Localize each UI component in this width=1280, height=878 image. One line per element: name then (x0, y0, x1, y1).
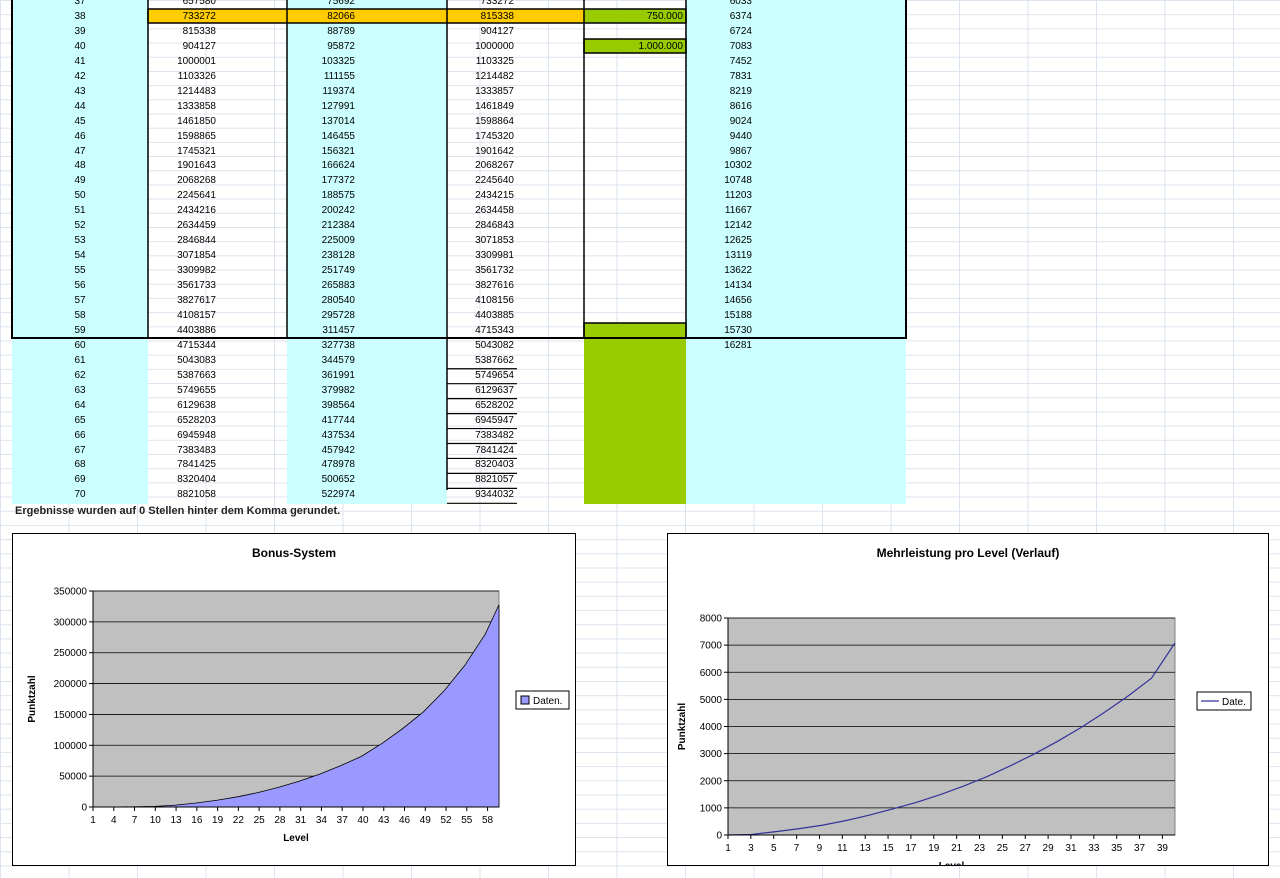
x-tick-label: 43 (378, 815, 390, 826)
x-tick-label: 21 (951, 843, 963, 854)
y-tick-label: 2000 (700, 776, 723, 787)
x-tick-label: 5 (771, 843, 777, 854)
y-axis-label: Punktzahl (27, 675, 38, 722)
x-tick-label: 3 (748, 843, 754, 854)
y-tick-label: 300000 (54, 617, 88, 628)
x-tick-label: 52 (440, 815, 452, 826)
x-tick-label: 37 (337, 815, 349, 826)
x-tick-label: 15 (882, 843, 894, 854)
y-tick-label: 4000 (700, 722, 723, 733)
x-tick-label: 25 (997, 843, 1009, 854)
x-tick-label: 28 (274, 815, 286, 826)
mehrleistung-chart[interactable]: Mehrleistung pro Level (Verlauf) 8000 700… (667, 533, 1269, 866)
bonus-system-chart[interactable]: Bonus-System 350000 300000 250000 200000 150… (12, 533, 576, 866)
legend-label: Daten. (533, 696, 562, 707)
x-tick-label: 11 (837, 843, 848, 854)
x-tick-label: 10 (150, 815, 162, 826)
legend-label: Date. (1222, 697, 1246, 708)
y-tick-label: 250000 (54, 648, 88, 659)
x-tick-label: 17 (905, 843, 917, 854)
x-tick-label: 13 (171, 815, 183, 826)
x-tick-label: 35 (1111, 843, 1123, 854)
x-tick-label: 19 (928, 843, 940, 854)
x-tick-label: 16 (191, 815, 203, 826)
x-tick-label: 58 (482, 815, 494, 826)
y-tick-label: 6000 (700, 668, 723, 679)
x-tick-label: 9 (817, 843, 823, 854)
bonus-system-plot: 350000 300000 250000 200000 150000 100000 5000… (27, 587, 570, 844)
x-axis-label: Level (283, 833, 309, 844)
y-tick-label: 8000 (700, 614, 723, 625)
x-tick-label: 49 (420, 815, 432, 826)
x-tick-label: 7 (794, 843, 800, 854)
y-tick-label: 0 (81, 803, 87, 814)
x-tick-label: 19 (212, 815, 224, 826)
x-tick-label: 25 (254, 815, 266, 826)
y-tick-label: 1000 (700, 803, 723, 814)
y-tick-label: 100000 (54, 741, 88, 752)
x-tick-label: 37 (1134, 843, 1146, 854)
x-tick-label: 7 (132, 815, 138, 826)
x-axis-label: Level (939, 861, 965, 865)
y-tick-label: 350000 (54, 587, 88, 598)
y-tick-label: 7000 (700, 641, 723, 652)
x-tick-label: 34 (316, 815, 328, 826)
x-tick-label: 55 (461, 815, 473, 826)
y-tick-label: 50000 (59, 772, 87, 783)
y-tick-label: 3000 (700, 749, 723, 760)
table-borders (11, 0, 907, 504)
rounding-note: Ergebnisse wurden auf 0 Stellen hinter d… (15, 505, 341, 517)
y-tick-label: 150000 (54, 710, 88, 721)
x-tick-label: 40 (357, 815, 369, 826)
x-tick-label: 1 (90, 815, 96, 826)
x-tick-label: 27 (1020, 843, 1032, 854)
mehrleistung-plot: 8000700060005000400030002000100001 3 5 7 9 11… (677, 614, 1252, 865)
y-tick-label: 0 (716, 831, 722, 842)
x-tick-label: 1 (725, 843, 731, 854)
x-tick-label: 31 (1065, 843, 1077, 854)
legend-swatch (520, 695, 530, 705)
x-tick-label: 33 (1088, 843, 1100, 854)
x-tick-label: 23 (974, 843, 986, 854)
x-tick-label: 13 (860, 843, 872, 854)
x-tick-label: 46 (399, 815, 411, 826)
y-tick-label: 200000 (54, 679, 88, 690)
x-tick-label: 39 (1157, 843, 1169, 854)
x-tick-label: 31 (295, 815, 307, 826)
x-tick-label: 4 (111, 815, 117, 826)
y-tick-label: 5000 (700, 695, 723, 706)
y-axis-label: Punktzahl (677, 703, 688, 750)
x-tick-label: 29 (1043, 843, 1055, 854)
x-tick-label: 22 (233, 815, 245, 826)
